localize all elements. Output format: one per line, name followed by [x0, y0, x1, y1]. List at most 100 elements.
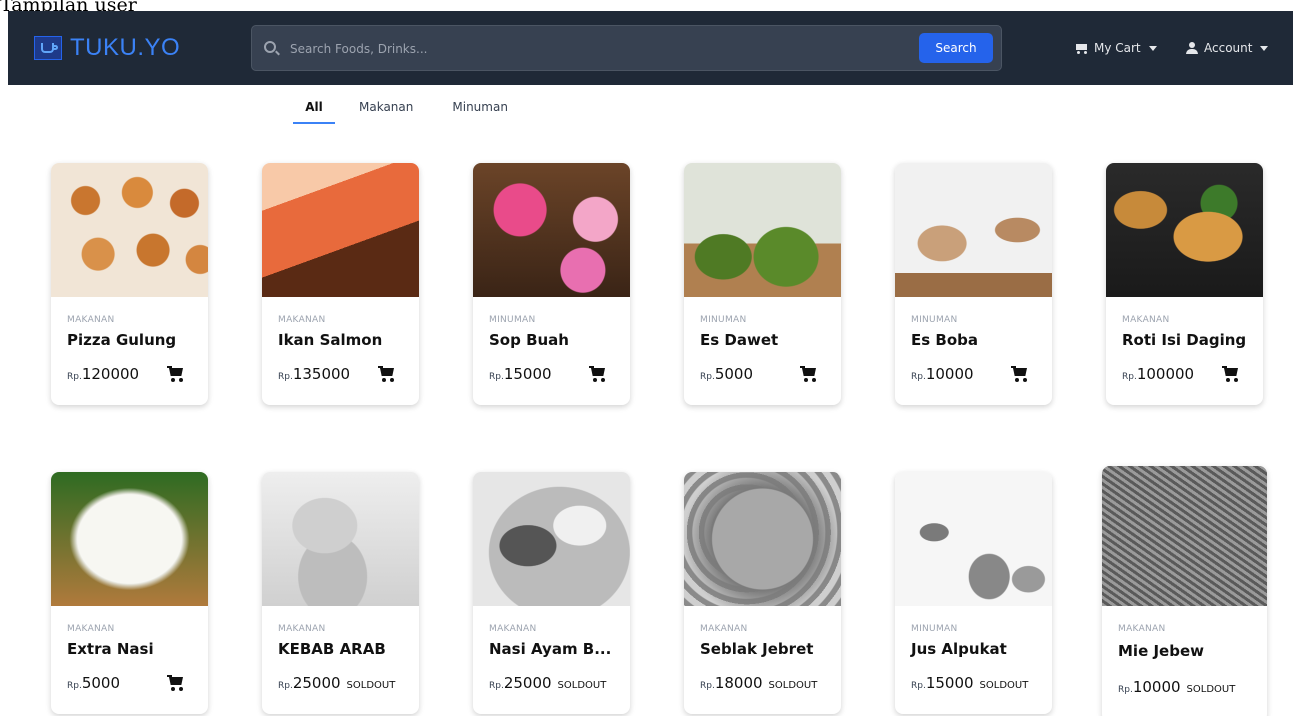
- product-price: Rp. 10000 SOLDOUT: [1118, 678, 1235, 696]
- currency-label: Rp.: [1118, 685, 1133, 695]
- search-bar: Search: [251, 25, 1002, 71]
- tab-all[interactable]: All: [293, 96, 335, 124]
- product-name: Nasi Ayam B...: [489, 640, 612, 658]
- product-card[interactable]: MAKANAN Nasi Ayam B... Rp. 25000 SOLDOUT: [473, 472, 630, 714]
- currency-label: Rp.: [700, 681, 715, 691]
- product-category: MINUMAN: [489, 315, 536, 325]
- price-amount: 10000: [925, 365, 974, 383]
- price-amount: 18000: [714, 674, 763, 692]
- currency-label: Rp.: [278, 372, 293, 382]
- account-menu[interactable]: Account: [1186, 41, 1269, 55]
- product-card[interactable]: MINUMAN Es Dawet Rp. 5000: [684, 163, 841, 405]
- search-icon: [264, 41, 276, 53]
- add-to-cart-icon[interactable]: [800, 366, 818, 382]
- product-category: MINUMAN: [911, 315, 958, 325]
- product-image: [684, 472, 841, 606]
- product-category: MAKANAN: [1122, 315, 1170, 325]
- product-image: [1102, 466, 1267, 606]
- soldout-badge: SOLDOUT: [557, 680, 607, 691]
- product-price: Rp. 10000: [911, 365, 974, 383]
- product-name: Mie Jebew: [1118, 642, 1204, 660]
- soldout-badge: SOLDOUT: [768, 680, 818, 691]
- product-image: [262, 163, 419, 297]
- product-category: MAKANAN: [1118, 624, 1166, 634]
- product-price: Rp. 5000: [700, 365, 753, 383]
- product-category: MINUMAN: [700, 315, 747, 325]
- product-name: Roti Isi Daging: [1122, 331, 1247, 349]
- product-card[interactable]: MINUMAN Jus Alpukat Rp. 15000 SOLDOUT: [895, 472, 1052, 714]
- cart-icon: [1074, 43, 1088, 54]
- add-to-cart-icon[interactable]: [1222, 366, 1240, 382]
- price-amount: 100000: [1136, 365, 1195, 383]
- price-amount: 10000: [1132, 678, 1181, 696]
- product-card[interactable]: MINUMAN Sop Buah Rp. 15000: [473, 163, 630, 405]
- coffee-cup-icon: [34, 36, 62, 60]
- currency-label: Rp.: [1122, 372, 1137, 382]
- currency-label: Rp.: [489, 681, 504, 691]
- product-image: [895, 163, 1052, 297]
- product-image: [473, 472, 630, 606]
- product-price: Rp. 15000: [489, 365, 552, 383]
- product-category: MAKANAN: [67, 624, 115, 634]
- my-cart-menu[interactable]: My Cart: [1074, 41, 1157, 55]
- product-card[interactable]: MAKANAN Extra Nasi Rp. 5000: [51, 472, 208, 714]
- add-to-cart-icon[interactable]: [378, 366, 396, 382]
- product-category: MAKANAN: [67, 315, 115, 325]
- product-card[interactable]: MAKANAN Pizza Gulung Rp. 120000: [51, 163, 208, 405]
- search-button[interactable]: Search: [919, 33, 993, 63]
- product-card[interactable]: MAKANAN Ikan Salmon Rp. 135000: [262, 163, 419, 405]
- product-name: Jus Alpukat: [911, 640, 1007, 658]
- add-to-cart-icon[interactable]: [167, 366, 185, 382]
- product-price: Rp. 5000: [67, 674, 120, 692]
- product-category: MAKANAN: [489, 624, 537, 634]
- tab-minuman[interactable]: Minuman: [452, 96, 508, 124]
- user-icon: [1186, 42, 1198, 54]
- product-card[interactable]: MAKANAN Seblak Jebret Rp. 18000 SOLDOUT: [684, 472, 841, 714]
- caret-down-icon: [1260, 45, 1269, 51]
- category-tabs: All Makanan Minuman: [293, 96, 508, 124]
- product-card[interactable]: MAKANAN Roti Isi Daging Rp. 100000: [1106, 163, 1263, 405]
- price-amount: 15000: [503, 365, 552, 383]
- product-card[interactable]: MINUMAN Es Boba Rp. 10000: [895, 163, 1052, 405]
- product-image: [1106, 163, 1263, 297]
- product-price: Rp. 25000 SOLDOUT: [278, 674, 395, 692]
- price-amount: 25000: [503, 674, 552, 692]
- product-card[interactable]: MAKANAN KEBAB ARAB Rp. 25000 SOLDOUT: [262, 472, 419, 714]
- product-price: Rp. 25000 SOLDOUT: [489, 674, 606, 692]
- price-amount: 5000: [81, 674, 121, 692]
- add-to-cart-icon[interactable]: [589, 366, 607, 382]
- product-image: [473, 163, 630, 297]
- price-amount: 5000: [714, 365, 754, 383]
- account-label: Account: [1204, 41, 1253, 55]
- add-to-cart-icon[interactable]: [1011, 366, 1029, 382]
- tab-makanan[interactable]: Makanan: [359, 96, 413, 124]
- product-image: [684, 163, 841, 297]
- currency-label: Rp.: [67, 681, 82, 691]
- product-category: MAKANAN: [278, 315, 326, 325]
- currency-label: Rp.: [911, 372, 926, 382]
- soldout-badge: SOLDOUT: [1186, 684, 1236, 695]
- product-image: [895, 472, 1052, 606]
- product-price: Rp. 18000 SOLDOUT: [700, 674, 817, 692]
- product-name: KEBAB ARAB: [278, 640, 386, 658]
- price-amount: 135000: [292, 365, 351, 383]
- product-name: Es Dawet: [700, 331, 779, 349]
- caret-down-icon: [1148, 45, 1157, 51]
- add-to-cart-icon[interactable]: [167, 675, 185, 691]
- soldout-badge: SOLDOUT: [979, 680, 1029, 691]
- product-price: Rp. 15000 SOLDOUT: [911, 674, 1028, 692]
- product-price: Rp. 100000: [1122, 365, 1194, 383]
- product-card[interactable]: MAKANAN Mie Jebew Rp. 10000 SOLDOUT: [1102, 466, 1267, 716]
- search-input[interactable]: [290, 38, 890, 60]
- product-category: MAKANAN: [278, 624, 326, 634]
- currency-label: Rp.: [489, 372, 504, 382]
- logo[interactable]: TUKU.YO: [34, 34, 180, 62]
- product-name: Ikan Salmon: [278, 331, 383, 349]
- product-category: MAKANAN: [700, 624, 748, 634]
- product-name: Pizza Gulung: [67, 331, 177, 349]
- currency-label: Rp.: [911, 681, 926, 691]
- product-image: [262, 472, 419, 606]
- product-image: [51, 163, 208, 297]
- product-name: Extra Nasi: [67, 640, 154, 658]
- price-amount: 15000: [925, 674, 974, 692]
